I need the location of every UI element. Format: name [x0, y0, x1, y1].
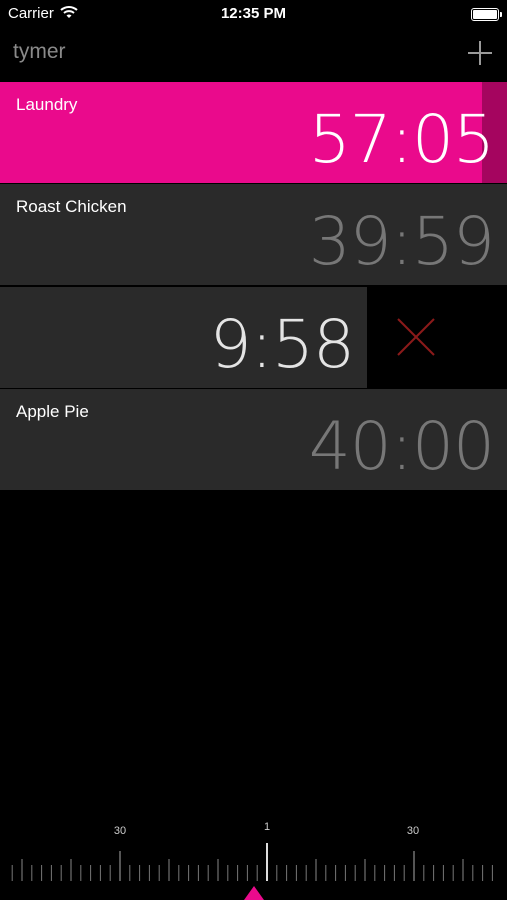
timer-time: 57:05 — [308, 101, 495, 178]
timer-row-apple-pie[interactable]: Apple Pie 40:00 — [0, 389, 507, 490]
timer-time: 40:00 — [308, 408, 495, 485]
timer-row-roast-chicken[interactable]: Roast Chicken 39:59 — [0, 184, 507, 285]
triangle-pointer-icon — [244, 886, 264, 900]
timer-row-unnamed[interactable]: 9:58 — [0, 287, 367, 388]
timer-name: Laundry — [16, 95, 78, 114]
battery-icon — [471, 8, 502, 21]
app-title: tymer — [13, 40, 66, 63]
timer-row-swiped: 9:58 — [0, 287, 507, 388]
timer-time: 9:58 — [209, 306, 355, 383]
close-icon — [397, 318, 435, 356]
status-bar: Carrier 12:35 PM — [0, 0, 507, 28]
timer-name: Apple Pie — [16, 402, 89, 421]
timer-name: Roast Chicken — [16, 197, 127, 216]
timer-time: 39:59 — [308, 203, 495, 280]
timer-row-laundry[interactable]: Laundry 57:05 — [0, 82, 507, 183]
add-timer-button[interactable] — [465, 38, 495, 68]
status-time: 12:35 PM — [220, 5, 287, 22]
delete-timer-button[interactable] — [392, 313, 440, 361]
